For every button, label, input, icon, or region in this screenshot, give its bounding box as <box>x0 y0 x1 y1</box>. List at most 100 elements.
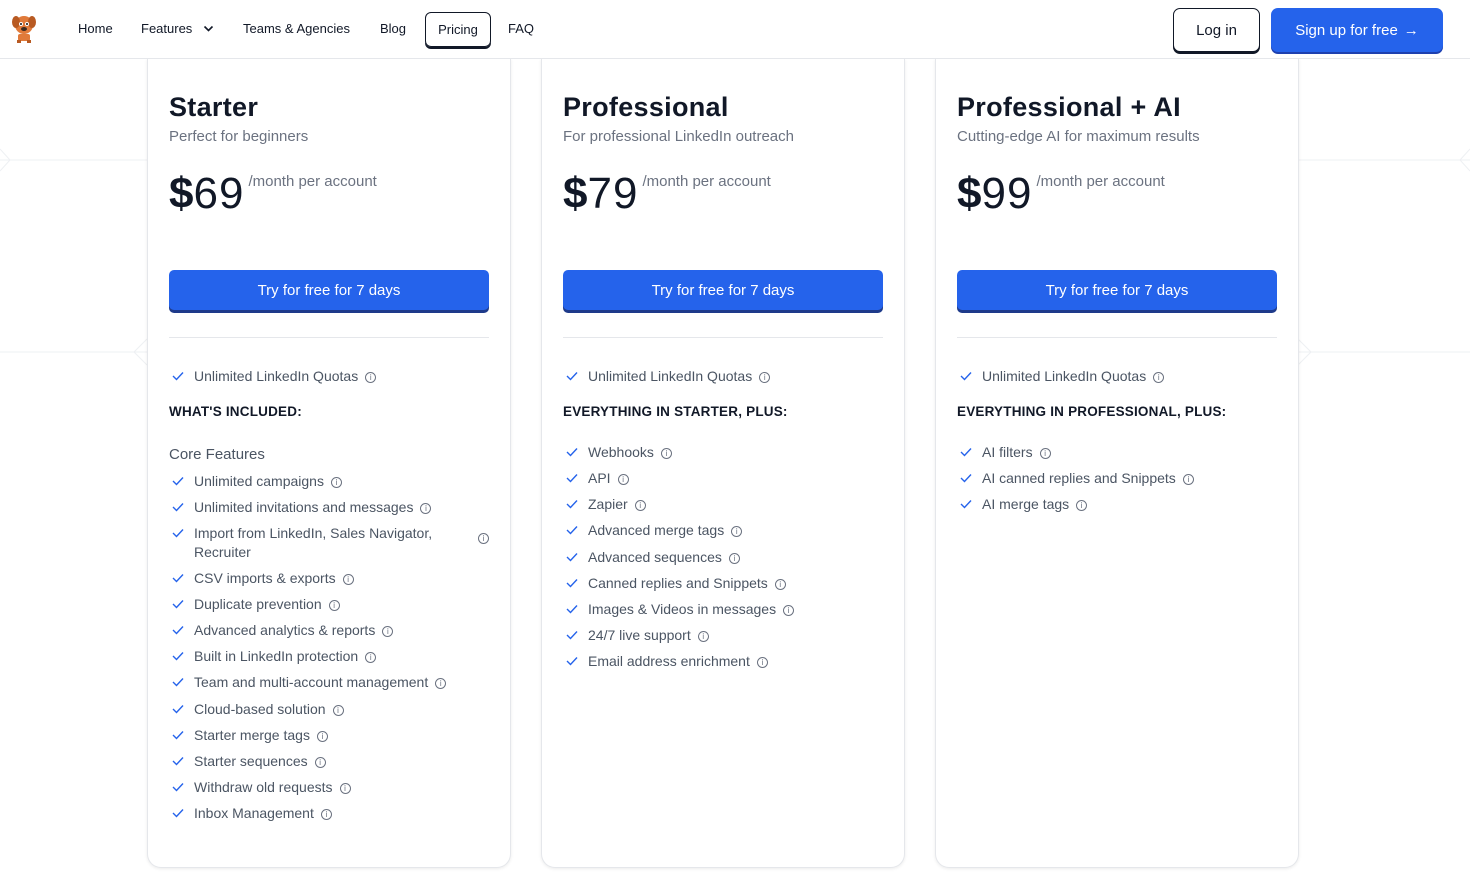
feature-label: Unlimited LinkedIn Quotas <box>588 368 753 384</box>
feature-item: Withdraw old requests i <box>169 778 489 797</box>
info-icon[interactable]: i <box>783 605 795 616</box>
try-free-button[interactable]: Try for free for 7 days <box>169 270 489 310</box>
info-icon[interactable]: i <box>634 500 646 511</box>
info-icon[interactable]: i <box>332 705 344 716</box>
info-icon[interactable]: i <box>320 809 332 820</box>
info-icon[interactable]: i <box>365 372 377 383</box>
info-icon[interactable]: i <box>420 503 432 514</box>
plan-price: $99/month per account <box>957 169 1165 219</box>
check-icon <box>172 477 184 486</box>
price-amount: 69 <box>193 169 245 218</box>
info-icon[interactable]: i <box>697 631 709 642</box>
divider <box>563 337 883 338</box>
info-icon[interactable]: i <box>316 731 328 742</box>
plan-name: Professional + AI <box>957 92 1181 122</box>
plan-price: $69/month per account <box>169 169 377 219</box>
feature-item: Advanced merge tags i <box>563 521 883 540</box>
plan-card-professional-ai: Professional + AI Cutting-edge AI for ma… <box>935 59 1299 868</box>
check-icon <box>172 626 184 635</box>
feature-item: Import from LinkedIn, Sales Navigator, R… <box>169 524 489 562</box>
feature-label: Images & Videos in messages <box>588 601 777 617</box>
feature-item: Canned replies and Snippets i <box>563 574 883 593</box>
check-icon <box>172 731 184 740</box>
check-icon <box>172 652 184 661</box>
info-icon[interactable]: i <box>1076 500 1088 511</box>
price-period: /month per account <box>248 173 377 190</box>
feature-label: Starter merge tags <box>194 727 310 743</box>
info-icon[interactable]: i <box>330 477 342 488</box>
chevron-down-icon[interactable] <box>203 23 214 34</box>
feature-item: Unlimited invitations and messages i <box>169 498 489 517</box>
check-icon <box>960 474 972 483</box>
feature-item: Starter merge tags i <box>169 726 489 745</box>
info-icon[interactable]: i <box>365 652 377 663</box>
info-icon[interactable]: i <box>756 657 768 668</box>
info-icon[interactable]: i <box>314 757 326 768</box>
feature-label: AI merge tags <box>982 496 1070 512</box>
signup-label: Sign up for free <box>1295 21 1398 39</box>
feature-label: AI filters <box>982 444 1033 460</box>
plan-card-professional: Professional For professional LinkedIn o… <box>541 59 905 868</box>
feature-item: AI filters i <box>957 443 1277 462</box>
feature-item: AI merge tags i <box>957 495 1277 514</box>
check-icon <box>566 526 578 535</box>
logo-icon[interactable] <box>9 12 39 44</box>
plan-name: Starter <box>169 92 259 122</box>
section-heading: EVERYTHING IN PROFESSIONAL, PLUS: <box>957 404 1227 419</box>
info-icon[interactable]: i <box>342 574 354 585</box>
feature-label: Unlimited LinkedIn Quotas <box>194 368 359 384</box>
feature-label: Duplicate prevention <box>194 596 322 612</box>
check-icon <box>172 678 184 687</box>
info-icon[interactable]: i <box>328 600 340 611</box>
feature-label: Team and multi-account management <box>194 674 429 690</box>
info-icon[interactable]: i <box>1153 372 1165 383</box>
signup-button[interactable]: Sign up for free → <box>1271 8 1443 52</box>
nav-faq[interactable]: FAQ <box>508 21 534 37</box>
check-icon <box>566 500 578 509</box>
feature-label: Advanced merge tags <box>588 522 725 538</box>
info-icon[interactable]: i <box>759 372 771 383</box>
nav-teams-agencies[interactable]: Teams & Agencies <box>243 21 350 37</box>
plan-name: Professional <box>563 92 729 122</box>
check-icon <box>172 574 184 583</box>
nav-features[interactable]: Features <box>141 21 192 37</box>
group-title: Core Features <box>169 446 265 463</box>
try-free-button[interactable]: Try for free for 7 days <box>563 270 883 310</box>
feature-label: Unlimited invitations and messages <box>194 499 414 515</box>
info-icon[interactable]: i <box>339 783 351 794</box>
feature-label: Starter sequences <box>194 753 308 769</box>
check-icon <box>960 372 972 381</box>
info-icon[interactable]: i <box>728 553 740 564</box>
plan-card-starter: Starter Perfect for beginners $69/month … <box>147 59 511 868</box>
check-icon <box>172 783 184 792</box>
info-icon[interactable]: i <box>731 526 743 537</box>
nav-pricing[interactable]: Pricing <box>425 12 491 47</box>
info-icon[interactable]: i <box>774 579 786 590</box>
feature-item: Email address enrichment i <box>563 652 883 671</box>
info-icon[interactable]: i <box>1182 474 1194 485</box>
feature-label: Webhooks <box>588 444 654 460</box>
nav-blog[interactable]: Blog <box>380 21 406 37</box>
feature-item: CSV imports & exports i <box>169 569 489 588</box>
login-button[interactable]: Log in <box>1173 8 1260 52</box>
info-icon[interactable]: i <box>617 474 629 485</box>
info-icon[interactable]: i <box>478 533 489 544</box>
feature-item: AI canned replies and Snippets i <box>957 469 1277 488</box>
plan-subtitle: For professional LinkedIn outreach <box>563 128 794 145</box>
info-icon[interactable]: i <box>1039 448 1051 459</box>
info-icon[interactable]: i <box>382 626 394 637</box>
feature-label: 24/7 live support <box>588 627 691 643</box>
check-icon <box>172 600 184 609</box>
feature-label: Unlimited campaigns <box>194 473 324 489</box>
try-free-button[interactable]: Try for free for 7 days <box>957 270 1277 310</box>
feature-label: Cloud-based solution <box>194 701 326 717</box>
feature-item: Built in LinkedIn protection i <box>169 647 489 666</box>
info-icon[interactable]: i <box>660 448 672 459</box>
feature-label: AI canned replies and Snippets <box>982 470 1176 486</box>
feature-label: Unlimited LinkedIn Quotas <box>982 368 1147 384</box>
feature-item: Zapier i <box>563 495 883 514</box>
nav-home[interactable]: Home <box>78 21 113 37</box>
check-icon <box>566 579 578 588</box>
feature-item: Unlimited LinkedIn Quotas i <box>563 367 883 386</box>
info-icon[interactable]: i <box>435 678 447 689</box>
